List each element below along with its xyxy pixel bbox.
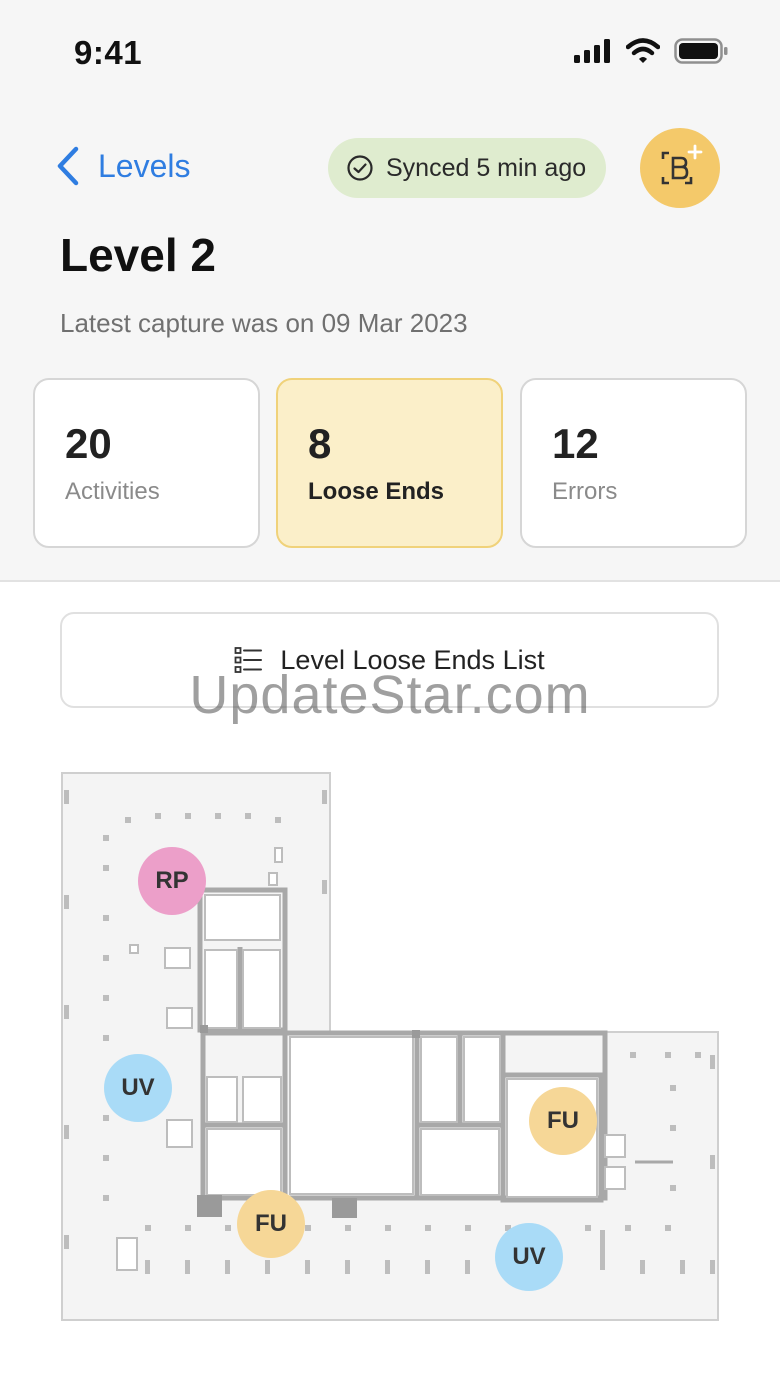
scan-barcode-add-icon	[661, 144, 703, 185]
stat-label: Loose Ends	[308, 478, 445, 505]
chevron-left-icon	[57, 146, 79, 186]
marker-label: UV	[512, 1243, 546, 1270]
marker-rp[interactable]: RP	[138, 847, 206, 915]
stat-value: 12	[552, 420, 599, 467]
back-button[interactable]: Levels	[56, 146, 191, 186]
signal-icon	[574, 39, 610, 63]
marker-uv[interactable]: UV	[495, 1223, 563, 1291]
page-title: Level 2	[60, 229, 216, 281]
stat-card-loose-ends[interactable]: 8 Loose Ends	[276, 378, 503, 548]
marker-label: FU	[255, 1210, 287, 1237]
list-button-label: Level Loose Ends List	[280, 644, 545, 675]
marker-label: FU	[547, 1107, 579, 1134]
stat-value: 20	[65, 420, 112, 467]
stat-label: Activities	[65, 478, 160, 505]
stat-value: 8	[308, 420, 332, 467]
marker-fu[interactable]: FU	[529, 1087, 597, 1155]
stat-card-activities[interactable]: 20 Activities	[33, 378, 260, 548]
list-icon	[235, 647, 263, 673]
status-icons	[574, 38, 728, 64]
sync-label: Synced 5 min ago	[386, 153, 587, 182]
wifi-icon	[626, 38, 660, 63]
stat-card-errors[interactable]: 12 Errors	[520, 378, 747, 548]
marker-uv[interactable]: UV	[104, 1054, 172, 1122]
back-label: Levels	[98, 147, 191, 184]
battery-icon	[674, 38, 728, 64]
sync-status-badge: Synced 5 min ago	[328, 138, 606, 198]
stat-label: Errors	[552, 478, 618, 505]
marker-label: UV	[121, 1074, 155, 1101]
scan-add-button[interactable]	[640, 128, 720, 208]
header: 9:41 Levels Synced 5 min ago Level 2 Lat…	[0, 0, 780, 582]
marker-fu[interactable]: FU	[237, 1190, 305, 1258]
check-circle-icon	[347, 155, 373, 181]
loose-ends-list-button[interactable]: Level Loose Ends List	[60, 612, 719, 708]
page-subtitle: Latest capture was on 09 Mar 2023	[60, 308, 468, 338]
floor-plan-map[interactable]: RP UV FU FU UV	[55, 765, 725, 1335]
status-time: 9:41	[74, 34, 143, 71]
marker-label: RP	[155, 867, 189, 894]
